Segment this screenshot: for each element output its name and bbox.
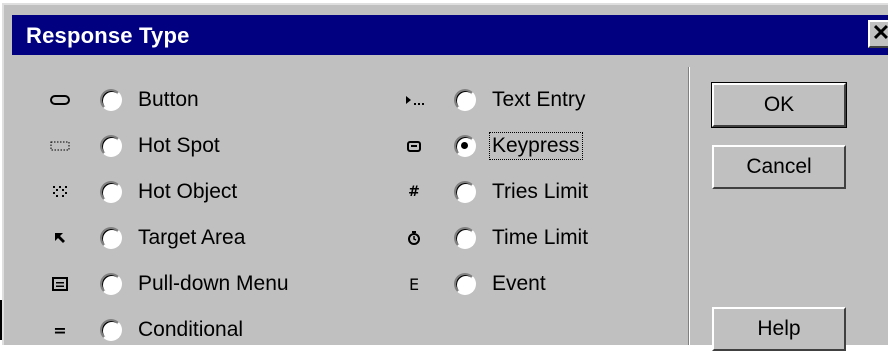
option-hot-object[interactable]: Hot Object [40,175,360,209]
option-event[interactable]: E Event [394,267,664,301]
radio-time-limit[interactable] [454,227,476,249]
radio-button-option[interactable] [100,89,122,111]
radio-keypress-selected[interactable] [454,135,476,157]
event-icon: E [408,274,420,294]
option-label: Hot Object [138,180,238,203]
radio-text-entry[interactable] [454,89,476,111]
vertical-separator [688,67,690,345]
radio-pull-down-menu[interactable] [100,273,122,295]
radio-event[interactable] [454,273,476,295]
keypress-icon [394,129,434,163]
option-label: Pull-down Menu [138,272,289,295]
option-time-limit[interactable]: Time Limit [394,221,664,255]
radio-conditional[interactable] [100,319,122,341]
radio-hot-object[interactable] [100,181,122,203]
conditional-icon: = [53,320,67,340]
option-tries-limit[interactable]: # Tries Limit [394,175,664,209]
radio-hot-spot[interactable] [100,135,122,157]
option-keypress[interactable]: Keypress [394,129,664,163]
hot-object-icon [40,175,80,209]
help-button[interactable]: Help [712,307,846,351]
radio-tries-limit[interactable] [454,181,476,203]
option-label: Target Area [138,226,246,249]
option-label: Tries Limit [492,180,589,203]
dialog-title: Response Type [26,23,190,48]
title-bar[interactable]: Response Type ✕ [12,15,888,55]
option-label: Event [492,272,546,295]
option-label: Keypress [489,132,583,160]
option-target-area[interactable]: Target Area [40,221,360,255]
cancel-button[interactable]: Cancel [712,145,846,189]
option-conditional[interactable]: = Conditional [40,313,360,347]
option-label: Hot Spot [138,134,220,157]
text-entry-icon [394,83,434,117]
close-icon: ✕ [871,20,888,45]
tries-limit-icon: # [408,184,420,200]
option-label: Time Limit [492,226,589,249]
time-limit-icon [394,221,434,255]
option-hot-spot[interactable]: Hot Spot [40,129,360,163]
radio-target-area[interactable] [100,227,122,249]
ok-button[interactable]: OK [711,82,847,128]
option-label: Text Entry [492,88,586,111]
option-pull-down-menu[interactable]: Pull-down Menu [40,267,360,301]
option-text-entry[interactable]: Text Entry [394,83,664,117]
option-button[interactable]: Button [40,83,360,117]
response-type-dialog: Response Type ✕ Button Hot Spot Hot Obje… [2,3,888,351]
hot-spot-icon [40,129,80,163]
close-button[interactable]: ✕ [868,20,888,48]
pull-down-menu-icon [40,267,80,301]
option-label: Button [138,88,199,111]
button-icon [40,83,80,117]
target-area-icon [40,221,80,255]
option-label: Conditional [138,318,244,341]
